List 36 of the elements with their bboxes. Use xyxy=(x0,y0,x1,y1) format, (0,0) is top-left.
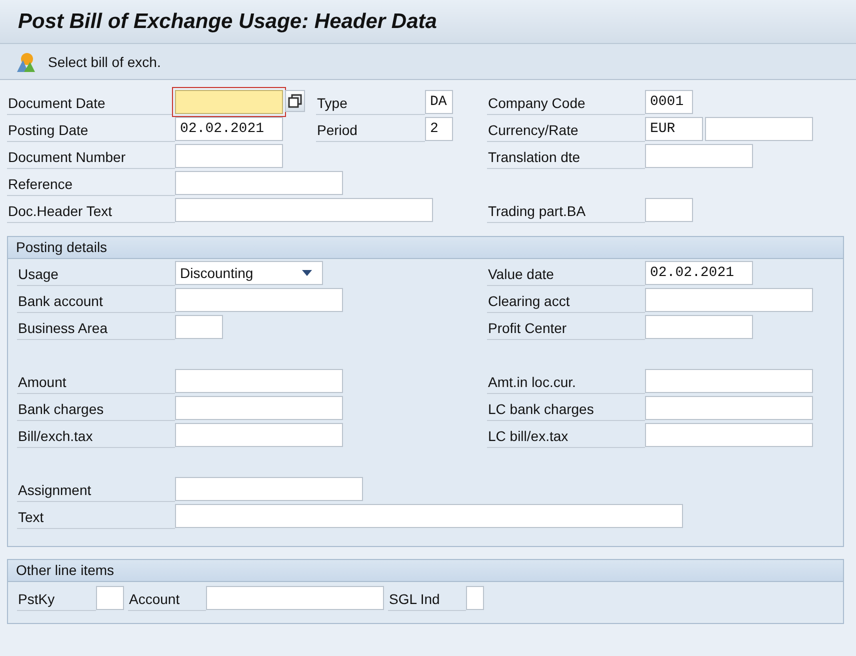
input-field[interactable] xyxy=(175,423,343,447)
mountain-sun-icon xyxy=(16,50,36,72)
select-bill-button[interactable]: Select bill of exch. xyxy=(12,48,165,74)
input-field[interactable]: 02.02.2021 xyxy=(645,261,753,285)
input-field[interactable] xyxy=(175,90,283,114)
caret-icon xyxy=(302,270,312,276)
input-field[interactable] xyxy=(175,504,683,528)
window-title: Post Bill of Exchange Usage: Header Data xyxy=(18,10,437,34)
input-field[interactable] xyxy=(645,423,813,447)
input-field[interactable] xyxy=(175,369,343,393)
input-field[interactable] xyxy=(705,117,813,141)
input-field[interactable] xyxy=(175,144,283,168)
input-field[interactable] xyxy=(645,198,693,222)
input-field[interactable] xyxy=(645,144,753,168)
input-field[interactable] xyxy=(466,586,484,610)
input-field[interactable] xyxy=(175,315,223,339)
input-field[interactable] xyxy=(175,477,363,501)
input-field[interactable] xyxy=(175,198,433,222)
usage-dropdown[interactable]: Discounting xyxy=(175,261,323,285)
input-field[interactable]: 0001 xyxy=(645,90,693,114)
input-field[interactable] xyxy=(175,171,343,195)
input-field[interactable] xyxy=(645,315,753,339)
input-field[interactable]: EUR xyxy=(645,117,703,141)
section-title: Other line items xyxy=(16,562,114,578)
input-field[interactable] xyxy=(645,288,813,312)
input-field[interactable]: 02.02.2021 xyxy=(175,117,283,141)
section-title: Posting details xyxy=(16,239,108,255)
input-field[interactable] xyxy=(175,288,343,312)
input-field[interactable] xyxy=(175,396,343,420)
input-field[interactable]: 2 xyxy=(425,117,453,141)
copy-icon[interactable] xyxy=(285,90,305,112)
input-field[interactable] xyxy=(206,586,384,610)
input-field[interactable] xyxy=(645,396,813,420)
input-field[interactable] xyxy=(645,369,813,393)
input-field[interactable] xyxy=(96,586,124,610)
input-field[interactable]: DA xyxy=(425,90,453,114)
